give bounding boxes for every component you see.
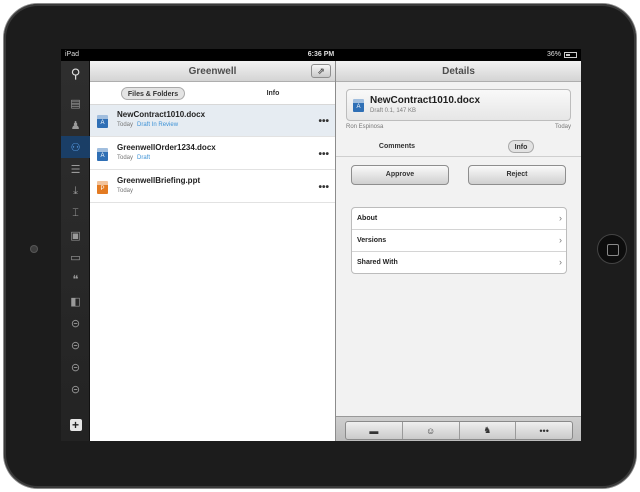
file-meta: Today Draft In Review bbox=[117, 122, 178, 128]
tab-files-folders[interactable]: Files & Folders bbox=[121, 87, 185, 100]
tab-comments[interactable]: Comments bbox=[371, 140, 423, 153]
list-item[interactable]: P GreenwellBriefing.ppt Today ••• bbox=[90, 171, 335, 203]
toolbar-segment: ▬ ☺ ♞ ••• bbox=[345, 421, 573, 440]
details-tabs: Comments Info bbox=[336, 135, 581, 157]
newspaper-icon[interactable]: ▤ bbox=[61, 92, 90, 114]
file-date: Today bbox=[117, 155, 134, 161]
signin-icon[interactable]: ⊝ bbox=[61, 312, 90, 334]
file-name: GreenwellOrder1234.docx bbox=[117, 143, 216, 152]
document-title: NewContract1010.docx bbox=[370, 95, 481, 106]
camera bbox=[30, 245, 38, 253]
approve-button[interactable]: Approve bbox=[351, 165, 449, 185]
add-button[interactable]: + bbox=[61, 414, 90, 436]
share-icon[interactable]: ⇗ bbox=[311, 64, 331, 78]
search-icon[interactable]: ⚲ bbox=[61, 63, 90, 85]
comment-icon[interactable]: ▭ bbox=[61, 246, 90, 268]
signin-icon[interactable]: ⊝ bbox=[61, 356, 90, 378]
info-row-about[interactable]: About › bbox=[352, 208, 566, 230]
type-icon[interactable]: ⌶ bbox=[61, 202, 90, 224]
battery-status: 36% bbox=[547, 49, 577, 61]
chevron-right-icon: › bbox=[559, 213, 562, 223]
file-status: Draft In Review bbox=[137, 122, 179, 128]
word-doc-icon: A bbox=[353, 99, 364, 112]
file-name: NewContract1010.docx bbox=[117, 110, 206, 119]
document-card[interactable]: A NewContract1010.docx Draft 0.1, 147 KB bbox=[346, 89, 571, 121]
screen: iPad 6:36 PM 36% ⚲ ▤ ♟ ⚇ ☰ ⤓ ⌶ ▣ ▭ ❝ ◧ ⊝… bbox=[61, 49, 581, 441]
users-icon[interactable]: ♞ bbox=[460, 422, 517, 439]
info-row-versions[interactable]: Versions › bbox=[352, 230, 566, 252]
files-pane: Greenwell ⇗ Files & Folders Info A NewCo… bbox=[90, 61, 335, 441]
nav-rail: ⚲ ▤ ♟ ⚇ ☰ ⤓ ⌶ ▣ ▭ ❝ ◧ ⊝ ⊝ ⊝ ⊝ + bbox=[61, 61, 90, 441]
file-name: GreenwellBriefing.ppt bbox=[117, 176, 201, 185]
info-label: Versions bbox=[357, 237, 387, 244]
tab-info[interactable]: Info bbox=[508, 140, 534, 153]
list-item[interactable]: A GreenwellOrder1234.docx Today Draft ••• bbox=[90, 138, 335, 170]
word-doc-icon: A bbox=[97, 115, 108, 128]
clock: 6:36 PM bbox=[307, 51, 335, 58]
briefcase-icon[interactable]: ▣ bbox=[61, 224, 90, 246]
chevron-right-icon: › bbox=[559, 235, 562, 245]
file-date: Today bbox=[117, 122, 134, 128]
info-list: About › Versions › Shared With › bbox=[351, 207, 567, 274]
home-button[interactable] bbox=[597, 234, 627, 264]
face-icon[interactable]: ☺ bbox=[403, 422, 460, 439]
signin-icon[interactable]: ⊝ bbox=[61, 378, 90, 400]
document-owner: Ron Espinosa bbox=[346, 124, 384, 130]
list-item[interactable]: A NewContract1010.docx Today Draft In Rev… bbox=[90, 105, 335, 137]
battery-icon bbox=[564, 52, 577, 58]
more-icon[interactable]: ••• bbox=[318, 149, 329, 160]
document-version: Draft 0.1, 147 KB bbox=[370, 108, 417, 114]
word-doc-icon: A bbox=[97, 148, 108, 161]
quote-icon[interactable]: ❝ bbox=[61, 268, 90, 290]
signin-icon[interactable]: ⊝ bbox=[61, 334, 90, 356]
stack-icon[interactable]: ☰ bbox=[61, 158, 90, 180]
details-header: Details bbox=[336, 61, 581, 82]
person-icon[interactable]: ♟ bbox=[61, 114, 90, 136]
inbox-icon[interactable]: ⤓ bbox=[61, 180, 90, 202]
more-icon[interactable]: ••• bbox=[516, 422, 572, 439]
file-meta: Today Draft bbox=[117, 155, 150, 161]
file-meta: Today bbox=[117, 188, 133, 194]
more-icon[interactable]: ••• bbox=[318, 182, 329, 193]
folder-title: Greenwell bbox=[188, 66, 237, 77]
tab-info[interactable]: Info bbox=[253, 87, 293, 100]
document-date: Today bbox=[554, 124, 571, 130]
presentation-icon: P bbox=[97, 181, 108, 194]
people-icon[interactable]: ⚇ bbox=[61, 136, 90, 158]
bottom-toolbar: ▬ ☺ ♞ ••• bbox=[336, 416, 581, 441]
info-row-shared-with[interactable]: Shared With › bbox=[352, 252, 566, 273]
status-bar: iPad 6:36 PM 36% bbox=[61, 49, 581, 61]
file-status: Draft bbox=[137, 155, 151, 161]
info-label: About bbox=[357, 215, 378, 222]
comment-icon[interactable]: ▬ bbox=[346, 422, 403, 439]
chevron-right-icon: › bbox=[559, 257, 562, 267]
battery-percent: 36% bbox=[546, 51, 561, 58]
info-label: Shared With bbox=[357, 259, 398, 266]
details-pane: Details A NewContract1010.docx Draft 0.1… bbox=[336, 61, 581, 441]
files-header: Greenwell ⇗ bbox=[90, 61, 335, 82]
add-icon: + bbox=[69, 419, 82, 431]
reject-button[interactable]: Reject bbox=[468, 165, 566, 185]
bookmark-icon[interactable]: ◧ bbox=[61, 290, 90, 312]
more-icon[interactable]: ••• bbox=[318, 116, 329, 127]
file-date: Today bbox=[117, 188, 134, 194]
files-subtabs: Files & Folders Info bbox=[90, 83, 335, 105]
